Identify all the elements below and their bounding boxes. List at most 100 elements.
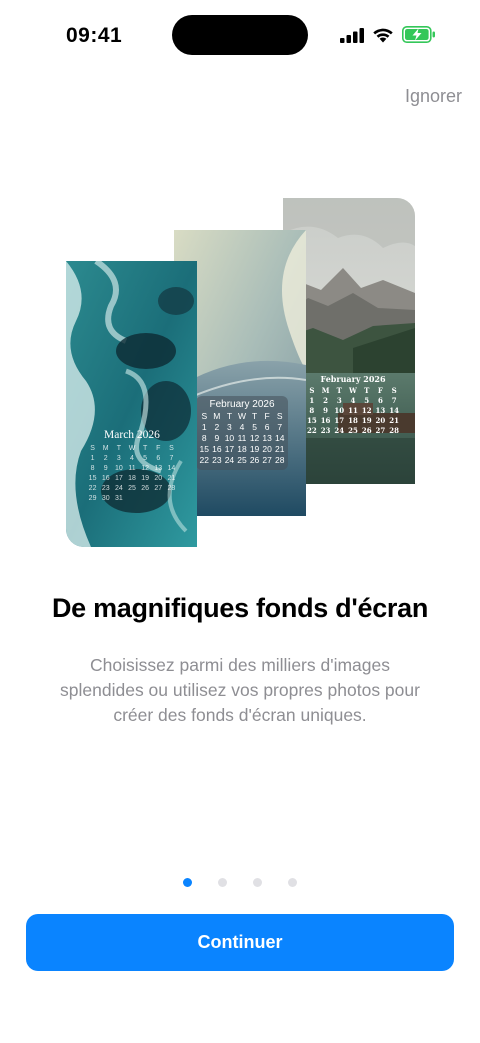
battery-charging-icon bbox=[402, 26, 435, 43]
calendar-day: 7 bbox=[277, 422, 283, 432]
calendar-day: 16 bbox=[101, 475, 110, 482]
calendar-weekday: T bbox=[142, 445, 148, 452]
calendar-day: 15 bbox=[199, 444, 210, 454]
calendar-day: 3 bbox=[336, 396, 342, 405]
calendar-day: 4 bbox=[350, 396, 356, 405]
calendar-day: 26 bbox=[361, 426, 372, 435]
wallpaper-preview-ocean: March 2026 S M T W T F S 1 2 3 4 5 6 7 8 9 10 11 12 13 14 15 1… bbox=[66, 261, 197, 547]
calendar-day: 3 bbox=[227, 422, 232, 432]
calendar-weekday: S bbox=[309, 386, 315, 395]
status-bar: 09:41 bbox=[0, 0, 480, 70]
calendar-day: 12 bbox=[249, 433, 260, 443]
calendar-day: 3 bbox=[116, 455, 121, 462]
calendar-weekday: S bbox=[391, 386, 397, 395]
calendar-weekday: F bbox=[156, 445, 161, 452]
calendar-day: 9 bbox=[323, 406, 328, 415]
calendar-weekday: S bbox=[90, 445, 95, 452]
calendar-day: 18 bbox=[237, 444, 247, 454]
calendar-day: 6 bbox=[264, 422, 270, 432]
page-dot[interactable] bbox=[288, 878, 297, 887]
calendar-day: 7 bbox=[169, 455, 174, 462]
calendar-weekday: T bbox=[364, 386, 370, 395]
calendar-day: 25 bbox=[348, 426, 358, 435]
calendar-day: 22 bbox=[88, 485, 97, 492]
calendar-day: 14 bbox=[389, 406, 400, 415]
dynamic-island bbox=[172, 15, 308, 55]
calendar-day: 27 bbox=[375, 426, 386, 435]
calendar-day: 30 bbox=[101, 495, 110, 502]
calendar-day: 24 bbox=[224, 455, 235, 465]
calendar-day: 15 bbox=[306, 416, 317, 425]
calendar-day: 10 bbox=[224, 433, 235, 443]
calendar-day: 2 bbox=[214, 422, 220, 432]
page-indicator[interactable] bbox=[0, 878, 480, 887]
skip-button[interactable]: Ignorer bbox=[405, 86, 462, 107]
calendar-day: 28 bbox=[167, 485, 176, 492]
calendar-day: 24 bbox=[114, 485, 123, 492]
calendar-weekday: T bbox=[336, 386, 342, 395]
calendar-day: 8 bbox=[90, 465, 95, 472]
calendar-weekday: F bbox=[377, 386, 383, 395]
calendar-day: 28 bbox=[274, 455, 285, 465]
calendar-day: 2 bbox=[103, 455, 108, 462]
calendar-weekday: S bbox=[276, 411, 283, 421]
calendar-day: 11 bbox=[128, 465, 136, 472]
calendar-weekday: S bbox=[169, 445, 174, 452]
calendar-day: 13 bbox=[375, 406, 386, 415]
calendar-day: 21 bbox=[274, 444, 285, 454]
calendar-day: 13 bbox=[154, 465, 163, 472]
calendar-day: 19 bbox=[361, 416, 372, 425]
page-description: Choisissez parmi des milliers d'images s… bbox=[60, 655, 420, 725]
ocean-waves-image bbox=[66, 261, 197, 547]
calendar-day: 27 bbox=[262, 455, 272, 465]
calendar-day: 9 bbox=[103, 465, 108, 472]
page-dot[interactable] bbox=[183, 878, 192, 887]
calendar-day: 18 bbox=[348, 416, 358, 425]
calendar-day: 5 bbox=[143, 455, 148, 462]
calendar-day: 31 bbox=[114, 495, 123, 502]
calendar-day: 20 bbox=[154, 475, 163, 482]
calendar-day: 24 bbox=[334, 426, 345, 435]
calendar-day: 11 bbox=[348, 406, 358, 415]
status-time: 09:41 bbox=[66, 24, 123, 47]
calendar-weekday: M bbox=[102, 445, 109, 452]
calendar-day: 10 bbox=[114, 465, 123, 472]
calendar-day: 21 bbox=[389, 416, 400, 425]
page-dot[interactable] bbox=[218, 878, 227, 887]
calendar-weekday: T bbox=[226, 411, 233, 421]
calendar-day: 17 bbox=[334, 416, 345, 425]
calendar-day: 5 bbox=[364, 396, 370, 405]
calendar-title: March 2026 bbox=[104, 429, 160, 441]
cellular-signal-icon bbox=[340, 27, 364, 43]
calendar-day: 8 bbox=[201, 433, 207, 443]
calendar-day: 14 bbox=[274, 433, 285, 443]
calendar-weekday: S bbox=[201, 411, 208, 421]
calendar-weekday: W bbox=[349, 386, 357, 395]
calendar-day: 4 bbox=[239, 422, 245, 432]
calendar-weekday: F bbox=[264, 411, 270, 421]
calendar-day: 19 bbox=[249, 444, 260, 454]
calendar-day: 12 bbox=[141, 465, 150, 472]
calendar-day: 11 bbox=[237, 433, 247, 443]
calendar-day: 14 bbox=[167, 465, 176, 472]
wifi-icon bbox=[373, 28, 393, 42]
calendar-weekday: M bbox=[213, 411, 221, 421]
calendar-weekday: W bbox=[128, 445, 136, 452]
calendar-day: 5 bbox=[252, 422, 257, 432]
calendar-weekday: M bbox=[321, 386, 330, 395]
calendar-day: 20 bbox=[262, 444, 272, 454]
calendar-day: 20 bbox=[375, 416, 386, 425]
calendar-day: 10 bbox=[334, 406, 345, 415]
calendar-day: 28 bbox=[389, 426, 400, 435]
calendar-day: 19 bbox=[141, 475, 150, 482]
calendar-day: 15 bbox=[88, 475, 97, 482]
calendar-grid: S M T W T F S 1 2 3 4 5 6 7 8 9 10 11 12 13 14 15 16 17 18 19 20 21… bbox=[305, 386, 401, 436]
calendar-title: February 2026 bbox=[209, 399, 275, 410]
page-dot[interactable] bbox=[253, 878, 262, 887]
continue-button[interactable]: Continuer bbox=[26, 914, 454, 971]
calendar-weekday: T bbox=[116, 445, 121, 452]
calendar-weekday: W bbox=[237, 411, 246, 421]
calendar-day: 29 bbox=[88, 495, 97, 502]
calendar-widget-ocean: March 2026 S M T W T F S 1 2 3 4 5 6 7 8 9 10 11 12 13 14 15 1… bbox=[86, 429, 178, 504]
calendar-day: 22 bbox=[199, 455, 210, 465]
